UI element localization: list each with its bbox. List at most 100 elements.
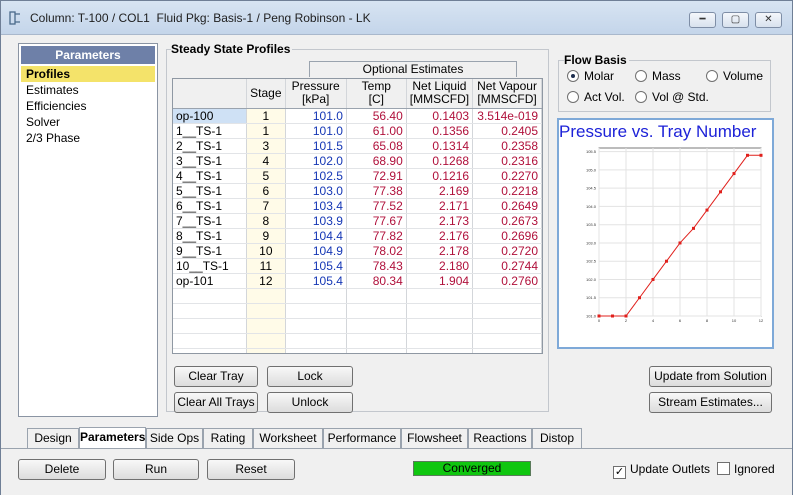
cell-pressure[interactable]: 105.4: [285, 258, 347, 274]
cell-name[interactable]: 2__TS-1: [173, 138, 248, 154]
empty-cell[interactable]: [173, 333, 248, 349]
empty-cell[interactable]: [346, 333, 407, 349]
cell-temp[interactable]: 61.00: [346, 123, 407, 139]
empty-cell[interactable]: [472, 333, 542, 349]
cell-stage[interactable]: 12: [246, 273, 286, 289]
cell-name[interactable]: 8__TS-1: [173, 228, 248, 244]
empty-cell[interactable]: [346, 348, 407, 353]
cell-pressure[interactable]: 101.5: [285, 138, 347, 154]
cell-temp[interactable]: 68.90: [346, 153, 407, 169]
radio-mass[interactable]: Mass: [635, 69, 681, 83]
tab-distop[interactable]: Distop: [532, 428, 582, 448]
cell-temp[interactable]: 78.43: [346, 258, 407, 274]
empty-cell[interactable]: [406, 333, 474, 349]
maximize-button[interactable]: ▢: [722, 12, 749, 28]
cell-name[interactable]: 10__TS-1: [173, 258, 248, 274]
cell-net-vapour[interactable]: 0.2696: [472, 228, 542, 244]
cell-name[interactable]: 1__TS-1: [173, 123, 248, 139]
empty-cell[interactable]: [173, 303, 248, 319]
ignored-checkbox[interactable]: Ignored: [717, 462, 775, 476]
unlock-button[interactable]: Unlock: [267, 392, 353, 413]
cell-name[interactable]: 9__TS-1: [173, 243, 248, 259]
cell-name[interactable]: 5__TS-1: [173, 183, 248, 199]
nav-item-estimates[interactable]: Estimates: [21, 82, 155, 98]
cell-net-vapour[interactable]: 0.2673: [472, 213, 542, 229]
cell-stage[interactable]: 11: [246, 258, 286, 274]
empty-cell[interactable]: [346, 288, 407, 304]
tab-worksheet[interactable]: Worksheet: [253, 428, 323, 448]
cell-net-vapour[interactable]: 3.514e-019: [472, 108, 542, 124]
empty-cell[interactable]: [285, 288, 347, 304]
empty-cell[interactable]: [346, 318, 407, 334]
cell-name[interactable]: 3__TS-1: [173, 153, 248, 169]
cell-stage[interactable]: 5: [246, 168, 286, 184]
nav-item-efficiencies[interactable]: Efficiencies: [21, 98, 155, 114]
cell-net-liquid[interactable]: 2.169: [406, 183, 474, 199]
empty-cell[interactable]: [246, 318, 286, 334]
nav-item-two-three-phase[interactable]: 2/3 Phase: [21, 130, 155, 146]
cell-stage[interactable]: 3: [246, 138, 286, 154]
close-button[interactable]: ✕: [755, 12, 782, 28]
cell-temp[interactable]: 77.52: [346, 198, 407, 214]
cell-name[interactable]: 4__TS-1: [173, 168, 248, 184]
table-row[interactable]: 5__TS-1 6 103.0 77.38 2.169 0.2218: [173, 183, 542, 199]
cell-pressure[interactable]: 101.0: [285, 123, 347, 139]
radio-vol-std[interactable]: Vol @ Std.: [635, 90, 709, 104]
minimize-button[interactable]: ━: [689, 12, 716, 28]
cell-temp[interactable]: 77.38: [346, 183, 407, 199]
nav-item-profiles[interactable]: Profiles: [21, 66, 155, 82]
cell-temp[interactable]: 77.67: [346, 213, 407, 229]
cell-stage[interactable]: 1: [246, 108, 286, 124]
empty-cell[interactable]: [285, 348, 347, 353]
empty-cell[interactable]: [472, 288, 542, 304]
empty-cell[interactable]: [285, 333, 347, 349]
cell-net-vapour[interactable]: 0.2405: [472, 123, 542, 139]
cell-pressure[interactable]: 102.0: [285, 153, 347, 169]
cell-net-liquid[interactable]: 0.1314: [406, 138, 474, 154]
cell-pressure[interactable]: 105.4: [285, 273, 347, 289]
cell-pressure[interactable]: 102.5: [285, 168, 347, 184]
title-bar[interactable]: Column: T-100 / COL1 Fluid Pkg: Basis-1 …: [1, 1, 792, 35]
cell-net-vapour[interactable]: 0.2760: [472, 273, 542, 289]
empty-cell[interactable]: [246, 348, 286, 353]
cell-net-vapour[interactable]: 0.2218: [472, 183, 542, 199]
cell-net-vapour[interactable]: 0.2649: [472, 198, 542, 214]
cell-net-liquid[interactable]: 2.178: [406, 243, 474, 259]
empty-cell[interactable]: [406, 303, 474, 319]
update-outlets-checkbox[interactable]: ✓ Update Outlets: [613, 462, 710, 479]
empty-table-row[interactable]: [173, 303, 542, 319]
table-row[interactable]: op-100 1 101.0 56.40 0.1403 3.514e-019: [173, 108, 542, 124]
cell-net-vapour[interactable]: 0.2720: [472, 243, 542, 259]
cell-pressure[interactable]: 103.9: [285, 213, 347, 229]
empty-table-row[interactable]: [173, 333, 542, 349]
table-row[interactable]: 6__TS-1 7 103.4 77.52 2.171 0.2649: [173, 198, 542, 214]
delete-button[interactable]: Delete: [18, 459, 106, 480]
empty-cell[interactable]: [406, 288, 474, 304]
cell-pressure[interactable]: 104.9: [285, 243, 347, 259]
run-button[interactable]: Run: [113, 459, 199, 480]
cell-temp[interactable]: 80.34: [346, 273, 407, 289]
radio-molar[interactable]: Molar: [567, 69, 614, 83]
cell-net-vapour[interactable]: 0.2316: [472, 153, 542, 169]
empty-cell[interactable]: [246, 288, 286, 304]
empty-cell[interactable]: [472, 303, 542, 319]
tab-performance[interactable]: Performance: [323, 428, 401, 448]
radio-act-vol[interactable]: Act Vol.: [567, 90, 625, 104]
cell-temp[interactable]: 72.91: [346, 168, 407, 184]
empty-cell[interactable]: [472, 348, 542, 353]
cell-name[interactable]: op-100: [173, 108, 248, 124]
cell-stage[interactable]: 7: [246, 198, 286, 214]
cell-temp[interactable]: 56.40: [346, 108, 407, 124]
cell-name[interactable]: op-101: [173, 273, 248, 289]
stream-estimates-button[interactable]: Stream Estimates...: [649, 392, 772, 413]
cell-pressure[interactable]: 103.4: [285, 198, 347, 214]
cell-stage[interactable]: 4: [246, 153, 286, 169]
tab-parameters[interactable]: Parameters: [79, 427, 146, 448]
pressure-chart[interactable]: Pressure vs. Tray Number 101.0 101.5 102.0…: [557, 118, 774, 349]
empty-cell[interactable]: [472, 318, 542, 334]
table-row[interactable]: 7__TS-1 8 103.9 77.67 2.173 0.2673: [173, 213, 542, 229]
empty-cell[interactable]: [246, 303, 286, 319]
cell-net-vapour[interactable]: 0.2358: [472, 138, 542, 154]
radio-volume[interactable]: Volume: [706, 69, 763, 83]
cell-net-liquid[interactable]: 2.171: [406, 198, 474, 214]
